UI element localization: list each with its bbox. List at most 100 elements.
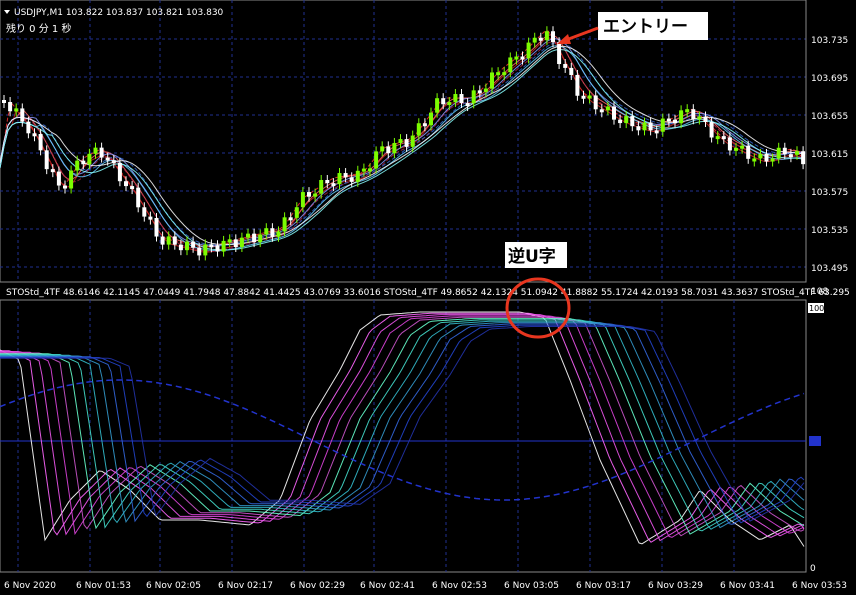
candle-body	[459, 94, 464, 104]
candle-body	[593, 95, 598, 110]
candle-body	[172, 236, 177, 245]
price-tick: 103.655	[811, 112, 848, 122]
candle-body	[746, 145, 751, 159]
time-tick: 6 Nov 03:05	[504, 581, 559, 591]
candle-body	[788, 154, 793, 158]
candle-body	[496, 72, 501, 76]
candle-body	[471, 90, 476, 104]
candle-body	[319, 180, 324, 194]
candle-body	[93, 147, 98, 154]
candle-body	[447, 102, 452, 106]
candle-body	[246, 233, 250, 238]
candle-body	[105, 157, 110, 161]
candle-body	[435, 98, 440, 113]
candle-body	[801, 151, 806, 165]
indicator-pane[interactable]	[0, 299, 807, 573]
indicator-tick: 100	[809, 304, 824, 313]
candle-body	[26, 121, 31, 134]
candle-body	[349, 177, 354, 182]
indicator-caption: STOStd_4TF 48.6146 42.1145 47.0449 41.79…	[6, 288, 850, 298]
candle-body	[386, 146, 391, 154]
candle-body	[185, 241, 189, 251]
candle-body	[282, 217, 287, 232]
candle-body	[734, 147, 738, 151]
candle-body	[642, 122, 647, 131]
candle-body	[551, 31, 555, 43]
candle-body	[740, 145, 745, 149]
candle-body	[75, 160, 80, 171]
candle-body	[166, 236, 171, 245]
candle-body	[99, 147, 104, 158]
candle-body	[288, 217, 293, 221]
candle-body	[483, 88, 488, 92]
time-tick: 6 Nov 03:41	[720, 581, 775, 591]
candle-body	[697, 116, 702, 120]
candle-body	[325, 180, 330, 184]
candle-body	[38, 134, 43, 151]
price-tick: 103.735	[811, 36, 848, 46]
candle-body	[618, 119, 623, 124]
candle-body	[270, 228, 275, 237]
candle-body	[538, 37, 543, 41]
time-axis[interactable]: 6 Nov 2020 6 Nov 01:53 6 Nov 02:05 6 Nov…	[4, 581, 847, 591]
candle-body	[117, 162, 122, 182]
candle-body	[703, 116, 708, 123]
candle-body	[563, 64, 568, 68]
candle-body	[264, 228, 269, 235]
time-tick: 6 Nov 02:05	[146, 581, 201, 591]
candle-body	[380, 146, 385, 152]
candle-body	[477, 90, 482, 94]
indicator-tick: 0	[810, 564, 816, 574]
candle-body	[709, 122, 714, 138]
candle-body	[178, 244, 183, 251]
candle-body	[532, 37, 537, 43]
candle-body	[776, 147, 781, 159]
candle-body	[20, 108, 25, 122]
candle-body	[715, 136, 720, 140]
price-pane[interactable]	[0, 0, 807, 283]
candle-body	[429, 112, 433, 126]
candle-body	[727, 137, 732, 151]
price-tick: 103.615	[811, 150, 848, 160]
candle-body	[239, 237, 244, 248]
candle-body	[44, 150, 49, 170]
time-tick: 6 Nov 02:53	[432, 581, 487, 591]
candle-body	[197, 247, 202, 256]
candle-body	[795, 151, 799, 155]
candle-body	[721, 136, 726, 140]
indicator-top-label: 108	[811, 287, 828, 297]
time-tick: 6 Nov 03:29	[648, 581, 703, 591]
candle-body	[422, 123, 427, 127]
candle-body	[14, 108, 19, 112]
candle-body	[691, 109, 696, 120]
candle-body	[355, 170, 360, 182]
candle-body	[313, 193, 318, 197]
candle-body	[56, 171, 61, 186]
candle-body	[752, 158, 757, 162]
price-tick: 103.695	[811, 74, 848, 84]
candle-body	[404, 139, 409, 147]
candle-body	[575, 74, 580, 96]
candle-body	[453, 94, 458, 103]
price-tick: 103.535	[811, 226, 848, 236]
candle-body	[410, 135, 415, 147]
time-tick: 6 Nov 02:17	[218, 581, 273, 591]
candle-body	[136, 187, 141, 208]
candle-body	[233, 239, 238, 248]
candle-body	[361, 168, 366, 172]
candle-body	[258, 234, 263, 243]
candle-body	[124, 181, 128, 187]
candle-body	[599, 109, 604, 113]
candle-body	[612, 106, 616, 120]
price-tick: 103.575	[811, 188, 848, 198]
price-axis[interactable]: 103.735 103.695 103.655 103.615 103.575 …	[805, 0, 848, 282]
candle-body	[648, 122, 653, 131]
candle-body	[636, 126, 641, 131]
candle-body	[160, 236, 165, 245]
candle-body	[764, 154, 769, 162]
candle-body	[191, 241, 196, 248]
candle-body	[130, 186, 135, 190]
candle-body	[544, 31, 549, 41]
chart-window[interactable]: USDJPY,M1 103.822 103.837 103.821 103.83…	[0, 0, 856, 595]
candle-body	[569, 67, 574, 75]
